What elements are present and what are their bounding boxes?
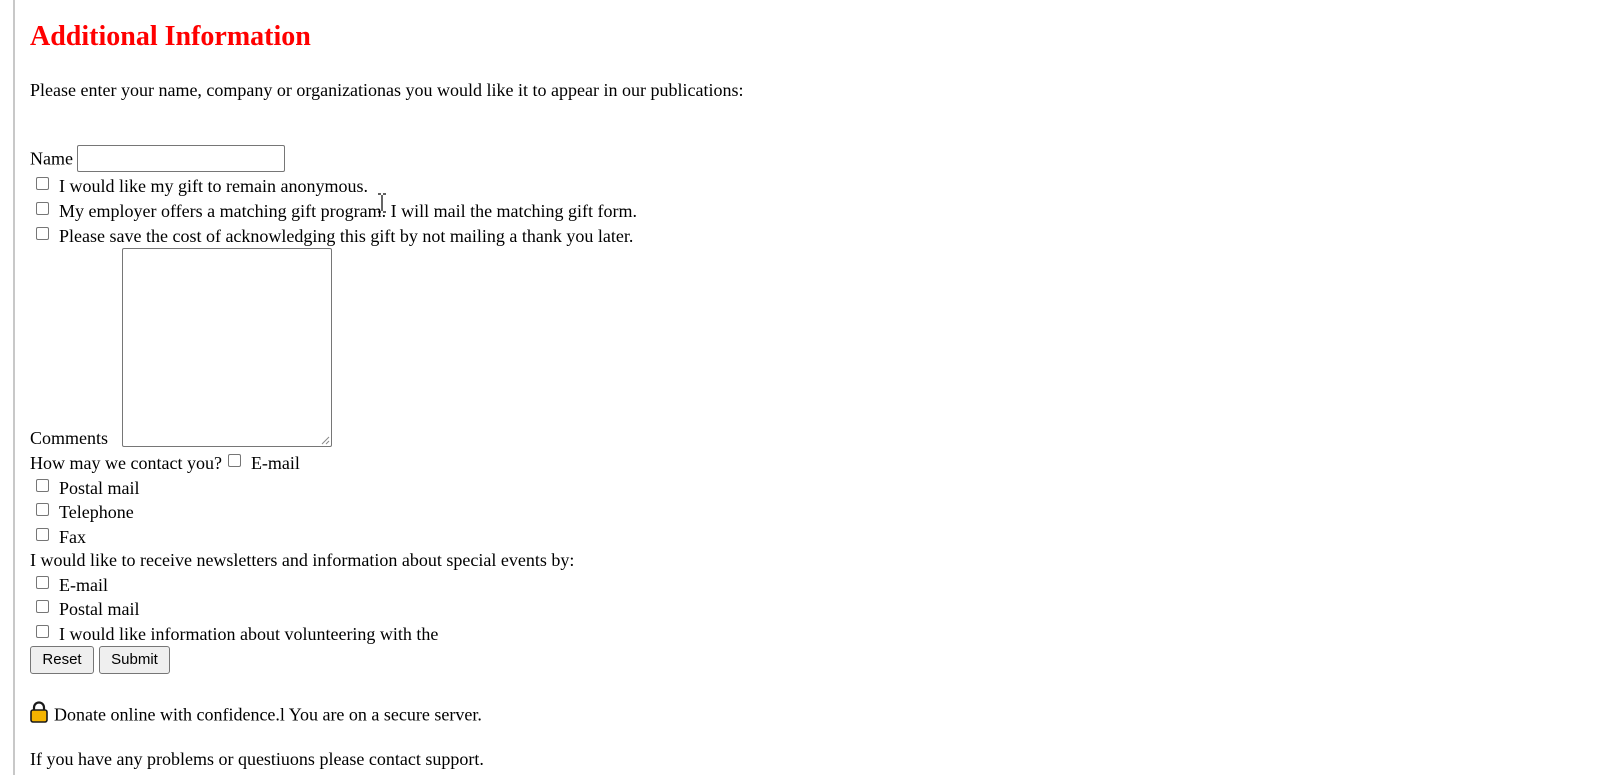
comments-textarea[interactable] <box>122 248 332 447</box>
submit-button[interactable]: Submit <box>99 646 170 674</box>
section-title: Additional Information <box>30 21 311 52</box>
contact-fax-label: Fax <box>59 527 86 547</box>
security-message: Donate online with confidence.l You are … <box>54 704 482 725</box>
volunteer-option: I would like information about volunteer… <box>30 623 438 645</box>
matching-gift-checkbox[interactable] <box>36 202 49 216</box>
contact-question: How may we contact you? <box>30 453 222 473</box>
comments-label: Comments <box>30 428 109 448</box>
contact-postal-label: Postal mail <box>59 478 140 498</box>
no-acknowledgement-label: Please save the cost of acknowledging th… <box>59 226 634 246</box>
anonymous-option: I would like my gift to remain anonymous… <box>30 175 368 197</box>
reset-button[interactable]: Reset <box>30 646 94 674</box>
newsletter-email-option: E-mail <box>30 574 108 596</box>
volunteer-label: I would like information about volunteer… <box>59 624 439 644</box>
page-left-border <box>13 0 15 775</box>
name-row: Name <box>30 145 285 174</box>
volunteer-checkbox[interactable] <box>36 625 49 639</box>
newsletter-postal-label: Postal mail <box>59 599 140 619</box>
matching-gift-label: My employer offers a matching gift progr… <box>59 201 638 221</box>
security-notice: Donate online with confidence.l You are … <box>30 701 482 730</box>
matching-gift-option: My employer offers a matching gift progr… <box>30 200 637 222</box>
padlock-icon <box>30 701 48 728</box>
intro-text: Please enter your name, company or organ… <box>30 80 744 100</box>
resize-grip-icon[interactable] <box>320 435 330 445</box>
anonymous-label: I would like my gift to remain anonymous… <box>59 176 368 196</box>
contact-telephone-checkbox[interactable] <box>36 503 49 517</box>
support-message: If you have any problems or questiuons p… <box>30 749 484 769</box>
name-input[interactable] <box>76 145 285 172</box>
name-label: Name <box>30 148 73 169</box>
no-acknowledgement-checkbox[interactable] <box>36 227 49 241</box>
newsletter-question: I would like to receive newsletters and … <box>30 550 575 570</box>
contact-question-row: How may we contact you? E-mail <box>30 452 300 474</box>
contact-email-label: E-mail <box>250 453 300 473</box>
contact-email-checkbox[interactable] <box>227 454 241 468</box>
contact-postal-checkbox[interactable] <box>36 479 49 493</box>
newsletter-postal-option: Postal mail <box>30 598 140 620</box>
contact-telephone-option: Telephone <box>30 501 134 523</box>
contact-telephone-label: Telephone <box>59 502 134 522</box>
no-acknowledgement-option: Please save the cost of acknowledging th… <box>30 225 633 247</box>
contact-fax-checkbox[interactable] <box>36 528 49 542</box>
newsletter-postal-checkbox[interactable] <box>36 600 49 614</box>
anonymous-checkbox[interactable] <box>36 177 49 191</box>
contact-postal-option: Postal mail <box>30 477 140 499</box>
newsletter-email-label: E-mail <box>59 575 108 595</box>
text-cursor-icon <box>378 193 386 213</box>
contact-fax-option: Fax <box>30 526 86 548</box>
newsletter-email-checkbox[interactable] <box>36 576 49 590</box>
